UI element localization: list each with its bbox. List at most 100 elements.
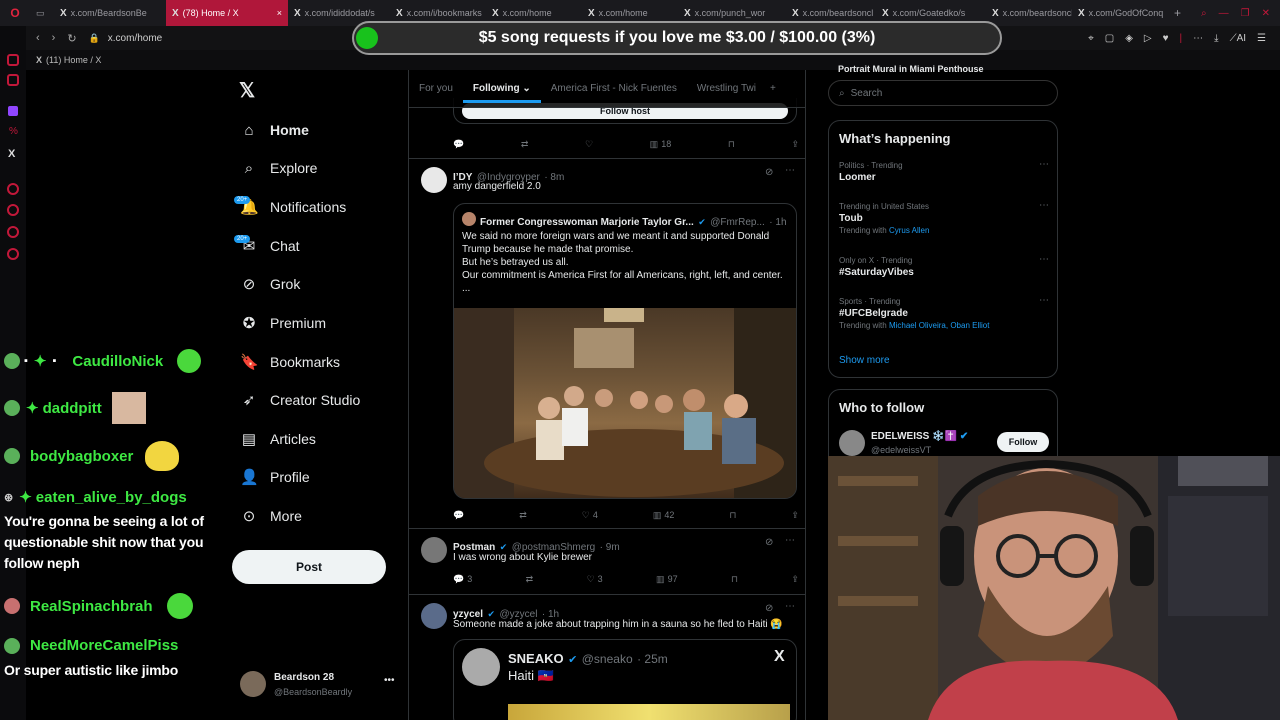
back-icon[interactable]: ‹ xyxy=(36,32,40,44)
new-tab-button[interactable]: + xyxy=(1168,0,1188,26)
tab-list-wrestling[interactable]: Wrestling Twi xyxy=(687,83,766,94)
suggestion-name[interactable]: EDELWEISS ❄️✝️ ✔ xyxy=(871,431,968,442)
close-window-icon[interactable]: ✕ xyxy=(1262,8,1270,19)
nav-creator-studio[interactable]: ➶ Creator Studio xyxy=(240,386,361,414)
forward-icon[interactable]: › xyxy=(52,32,56,44)
tweet[interactable]: yzycel ✔ @yzycel · 1h ⊘ ⋯ Someone made a… xyxy=(409,595,805,720)
heart-icon[interactable]: ♥ xyxy=(1163,33,1169,44)
nav-profile[interactable]: 👤 Profile xyxy=(240,463,310,491)
browser-tab[interactable]: Xx.com/GodOfConq xyxy=(1072,0,1168,26)
bookmark-icon[interactable]: ⊓ xyxy=(731,572,738,586)
more-options-icon[interactable]: ⋯ xyxy=(785,601,795,612)
messenger-icon[interactable] xyxy=(7,54,19,66)
more-options-icon[interactable]: ⋯ xyxy=(785,535,795,546)
reply-icon[interactable]: 💬 xyxy=(453,508,464,522)
menu-icon[interactable]: ☰ xyxy=(1257,33,1266,44)
maximize-icon[interactable]: ❐ xyxy=(1241,8,1250,19)
add-tab-icon[interactable]: + xyxy=(766,83,780,94)
play-icon[interactable]: ▷ xyxy=(1144,33,1152,44)
tweet-photo[interactable] xyxy=(508,704,790,720)
account-switcher[interactable]: Beardson 28 @BeardsonBeardly ••• xyxy=(240,671,400,701)
retweet-icon[interactable]: ⇄ xyxy=(519,508,527,522)
retweet-icon[interactable]: ⇄ xyxy=(521,137,529,151)
post-button[interactable]: Post xyxy=(232,550,386,584)
trend-item[interactable]: Politics · Trending Loomer ⋯ xyxy=(839,159,1049,183)
like-icon[interactable]: ♡ 3 xyxy=(587,572,603,586)
reply-icon[interactable]: 💬 3 xyxy=(453,572,472,586)
page-tab-label[interactable]: (11) Home / X xyxy=(46,55,101,65)
retweet-icon[interactable]: ⇄ xyxy=(526,572,534,586)
tweet[interactable]: Postman ✔ @postmanShmerg · 9m ⊘ ⋯ I was … xyxy=(409,529,805,593)
tab-following[interactable]: Following ⌄ xyxy=(462,74,541,103)
twitch-icon[interactable] xyxy=(8,106,18,116)
pin-icon[interactable]: ⌖ xyxy=(1088,33,1094,44)
reload-icon[interactable]: ↻ xyxy=(67,32,76,45)
settings-icon[interactable] xyxy=(7,248,19,260)
bookmark-icon[interactable]: ⊓ xyxy=(729,508,736,522)
more-options-icon[interactable]: ⋯ xyxy=(1039,254,1049,265)
nav-grok[interactable]: ⊘ Grok xyxy=(240,270,301,298)
browser-tab[interactable]: ▭ xyxy=(30,0,54,26)
share-icon[interactable]: ⇪ xyxy=(791,508,799,522)
browser-tab[interactable]: O xyxy=(0,0,30,26)
reply-icon[interactable]: 💬 xyxy=(453,137,464,151)
tweet-photo[interactable] xyxy=(454,308,796,498)
x-logo-icon[interactable]: X xyxy=(8,148,15,160)
search-tabs-icon[interactable]: ⌕ xyxy=(1201,8,1207,19)
more-options-icon[interactable]: ⋯ xyxy=(1039,295,1049,306)
x-logo-icon[interactable]: 𝕏 xyxy=(239,78,255,103)
tab-list-america-first[interactable]: America First - Nick Fuentes xyxy=(541,83,687,94)
nav-bookmarks[interactable]: 🔖 Bookmarks xyxy=(240,348,340,376)
close-tab-icon[interactable]: × xyxy=(277,8,282,18)
nav-premium[interactable]: ✪ Premium xyxy=(240,309,326,337)
more-options-icon[interactable]: ⋯ xyxy=(1039,200,1049,211)
url-field[interactable]: x.com/home xyxy=(108,33,162,44)
tweet-time[interactable]: · 8m xyxy=(544,172,564,183)
nav-articles[interactable]: ▤ Articles xyxy=(240,425,316,453)
nav-home[interactable]: ⌂ Home xyxy=(240,116,308,144)
nav-more[interactable]: ⊙ More xyxy=(240,502,302,530)
nav-explore[interactable]: ⌕ Explore xyxy=(240,154,318,182)
nav-notifications[interactable]: 🔔 20+ Notifications xyxy=(234,193,346,221)
follow-button[interactable]: Follow xyxy=(997,432,1049,452)
share-icon[interactable]: ⇪ xyxy=(791,572,799,586)
minimize-icon[interactable]: — xyxy=(1219,8,1229,19)
browser-tab-active[interactable]: X (78) Home / X × xyxy=(166,0,288,26)
trend-with-link[interactable]: Michael Oliveira, Oban Elliot xyxy=(889,321,989,330)
more-options-icon[interactable]: ⋯ xyxy=(785,165,795,176)
grok-icon[interactable]: ⊘ xyxy=(765,167,773,178)
like-icon[interactable]: ♡ 4 xyxy=(582,508,598,522)
views-icon[interactable]: ▥ 18 xyxy=(650,137,672,151)
dots-icon[interactable]: ⋯ xyxy=(1193,33,1203,44)
show-more-link[interactable]: Show more xyxy=(839,355,890,366)
trend-item[interactable]: Only on X · Trending #SaturdayVibes ⋯ xyxy=(839,254,1049,278)
ai-icon[interactable]: ⟋AI xyxy=(1230,33,1246,44)
history-icon[interactable] xyxy=(7,204,19,216)
views-icon[interactable]: ▥ 42 xyxy=(653,508,675,522)
browser-tab[interactable]: Xx.com/beardsoncli xyxy=(986,0,1072,26)
opera-logo-icon[interactable]: O xyxy=(10,6,19,20)
tweet-time[interactable]: · 9m xyxy=(600,542,620,553)
tab-for-you[interactable]: For you xyxy=(409,83,463,94)
quoted-tweet[interactable]: Former Congresswoman Marjorie Taylor Gr.… xyxy=(453,203,797,499)
instagram-icon[interactable] xyxy=(7,74,19,86)
shield-icon[interactable]: ◈ xyxy=(1125,33,1133,44)
tweet[interactable]: I’DY @Indygroyper · 8m ⊘ ⋯ amy dangerfie… xyxy=(409,159,805,527)
more-options-icon[interactable]: ••• xyxy=(384,675,395,686)
chat-bubble-icon[interactable] xyxy=(7,226,19,238)
nav-chat[interactable]: ✉ 20+ Chat xyxy=(234,232,300,260)
more-options-icon[interactable]: ⋯ xyxy=(1039,159,1049,170)
views-icon[interactable]: ▥ 97 xyxy=(656,572,678,586)
like-icon[interactable]: ♡ xyxy=(585,137,593,151)
trend-item[interactable]: Trending in United States Toub Trending … xyxy=(839,200,1049,235)
percent-icon[interactable]: % xyxy=(9,126,18,137)
trend-item[interactable]: Sports · Trending #UFCBelgrade Trending … xyxy=(839,295,1049,330)
share-icon[interactable]: ⇪ xyxy=(791,137,799,151)
snapshot-icon[interactable]: ▢ xyxy=(1105,33,1114,44)
grok-icon[interactable]: ⊘ xyxy=(765,603,773,614)
browser-tab[interactable]: Xx.com/BeardsonBe xyxy=(54,0,166,26)
download-icon[interactable]: ⤓ xyxy=(1214,33,1218,44)
search-input[interactable]: ⌕ Search xyxy=(828,80,1058,106)
player-icon[interactable] xyxy=(7,183,19,195)
quoted-tweet[interactable]: SNEAKO ✔ @sneako · 25m X Haiti 🇭🇹 xyxy=(453,639,797,720)
